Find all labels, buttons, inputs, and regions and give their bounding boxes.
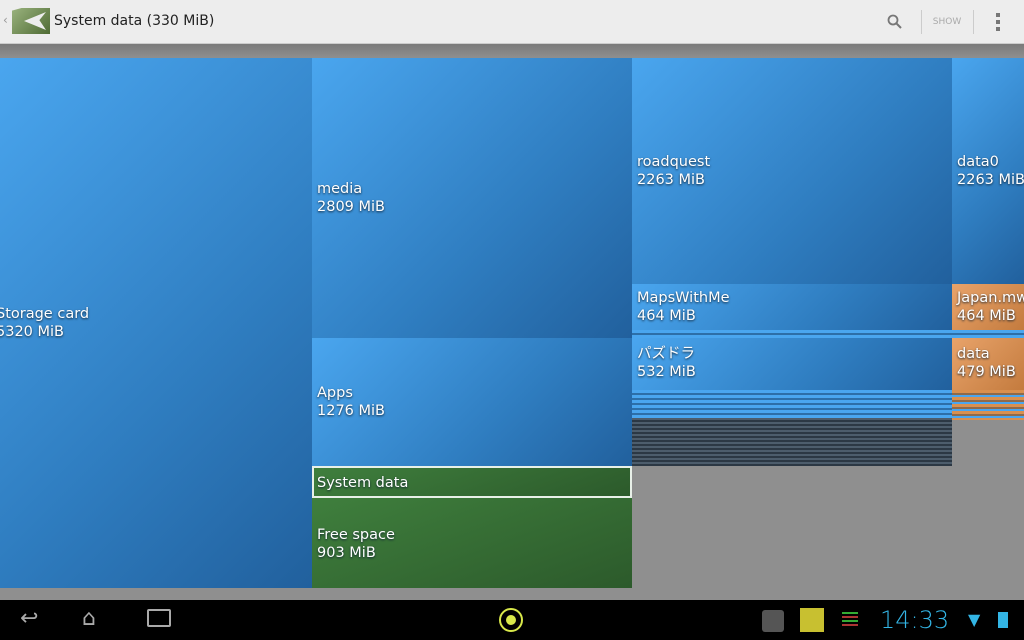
treemap-japan-mwm[interactable]: Japan.mwm 464 MiB <box>952 284 1024 330</box>
size: 2809 MiB <box>317 199 385 215</box>
label: data0 <box>957 154 999 170</box>
home-icon[interactable]: ⌂ <box>82 606 96 631</box>
treemap-small-items[interactable] <box>632 330 952 338</box>
page-title: System data (330 MiB) <box>54 13 215 29</box>
search-icon <box>887 14 902 29</box>
overflow-menu-button[interactable] <box>984 0 1012 44</box>
label: System data <box>317 475 409 491</box>
back-icon[interactable]: ↩ <box>20 606 38 631</box>
clock[interactable]: 14:33 <box>880 606 949 634</box>
treemap-small-items[interactable] <box>952 330 1024 338</box>
size: 464 MiB <box>637 308 696 324</box>
size: 479 MiB <box>957 364 1016 380</box>
label: MapsWithMe <box>637 290 730 306</box>
size: 2263 MiB <box>637 172 705 188</box>
back-chevron-icon[interactable]: ‹ <box>3 13 8 27</box>
divider <box>973 10 974 34</box>
label: Apps <box>317 385 353 401</box>
treemap-apps[interactable]: Apps 1276 MiB <box>312 338 632 466</box>
size: 2263 MiB <box>957 172 1024 188</box>
size: 1276 MiB <box>317 403 385 419</box>
wifi-icon: ▼ <box>968 610 981 629</box>
label: roadquest <box>637 154 711 170</box>
label: Japan.mwm <box>957 290 1024 306</box>
notification-icon[interactable] <box>762 610 784 632</box>
treemap-data0[interactable]: data0 2263 MiB <box>952 58 1024 284</box>
app-logo-icon[interactable] <box>12 8 50 34</box>
label: data <box>957 346 990 362</box>
treemap-media[interactable]: media 2809 MiB <box>312 58 632 338</box>
size: 5320 MiB <box>0 324 64 340</box>
notification-icon[interactable] <box>800 608 824 632</box>
treemap-storage-card[interactable]: Storage card 5320 MiB <box>0 58 312 588</box>
search-button[interactable] <box>878 0 912 44</box>
label: Free space <box>317 527 395 543</box>
recent-apps-icon[interactable] <box>147 609 171 627</box>
treemap-small-items[interactable] <box>632 390 952 418</box>
treemap-free-space[interactable]: Free space 903 MiB <box>312 498 632 588</box>
treemap-small-items[interactable] <box>952 390 1024 420</box>
system-nav-bar: ↩ ⌂ 14:33 ▼ <box>0 600 1024 640</box>
treemap-roadquest[interactable]: roadquest 2263 MiB <box>632 58 952 284</box>
size: 903 MiB <box>317 545 376 561</box>
label: Storage card <box>0 306 90 322</box>
size: 532 MiB <box>637 364 696 380</box>
divider <box>921 10 922 34</box>
overflow-menu-icon <box>996 13 1000 31</box>
label: パズドラ <box>637 346 695 362</box>
action-bar-shadow <box>0 44 1024 58</box>
action-bar: ‹ System data (330 MiB) SHOW <box>0 0 1024 44</box>
treemap-puzzdra[interactable]: パズドラ 532 MiB <box>632 338 952 390</box>
app-launcher-icon[interactable] <box>499 608 523 632</box>
treemap-system-data-selected[interactable]: System data <box>312 466 632 498</box>
treemap-small-items[interactable] <box>632 418 952 466</box>
treemap-data[interactable]: data 479 MiB <box>952 338 1024 390</box>
show-button[interactable]: SHOW <box>924 0 970 44</box>
treemap-mapswithme[interactable]: MapsWithMe 464 MiB <box>632 284 952 330</box>
battery-icon <box>998 610 1008 628</box>
label: media <box>317 181 363 197</box>
size: 464 MiB <box>957 308 1016 324</box>
signal-bars-icon <box>842 612 858 626</box>
